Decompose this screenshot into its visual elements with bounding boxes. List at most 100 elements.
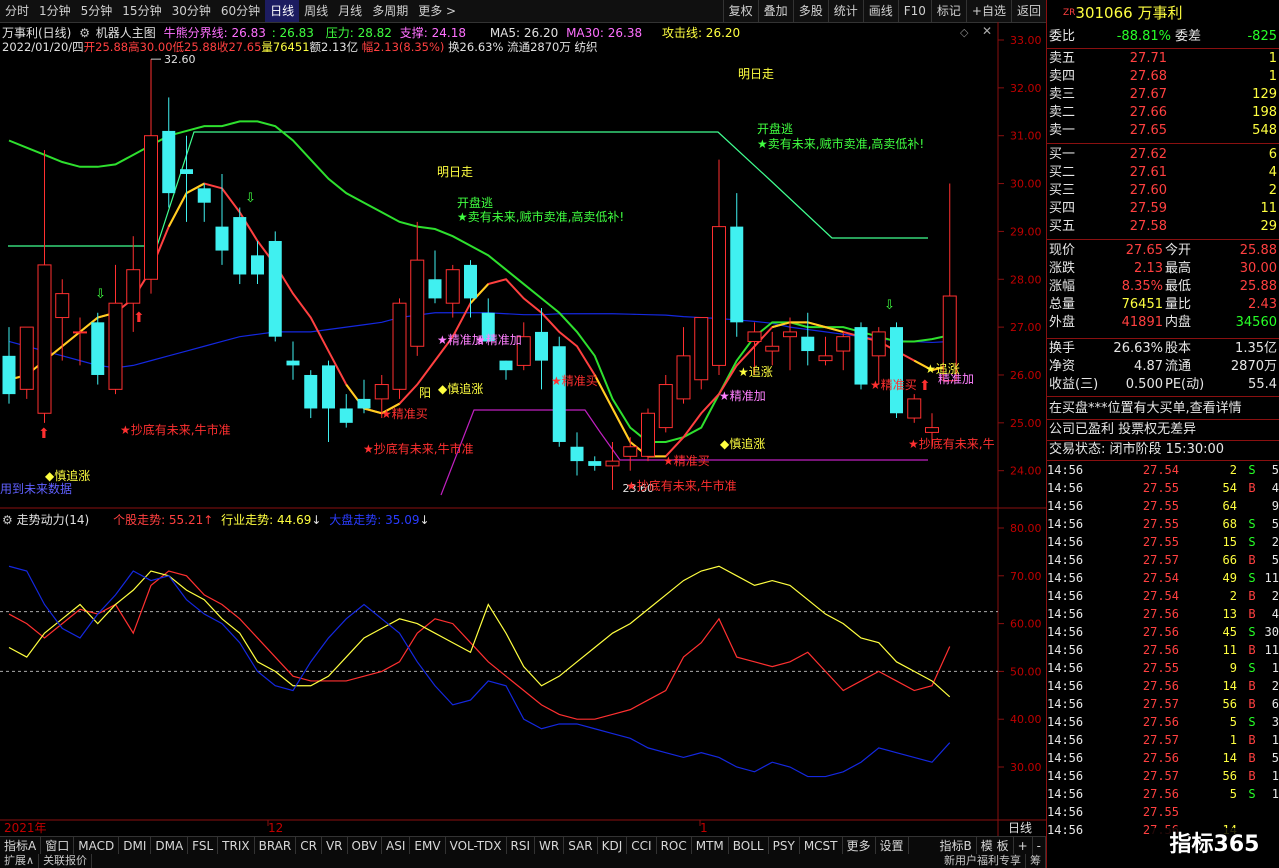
indicator-tab[interactable]: RSI (507, 837, 536, 855)
indicator-tab[interactable]: KDJ (598, 837, 628, 855)
candle-body[interactable] (322, 365, 335, 409)
candle-body[interactable] (374, 384, 389, 400)
indicator-tab[interactable]: OBV (348, 837, 383, 855)
candle-body[interactable] (871, 331, 886, 357)
indicator-b-button[interactable]: 模 板 (977, 837, 1014, 855)
candle-body[interactable] (233, 217, 247, 275)
candle-body[interactable] (552, 346, 566, 442)
period-tab[interactable]: 分时 (0, 0, 34, 22)
candle-body[interactable] (428, 279, 442, 299)
candle-body[interactable] (286, 360, 300, 366)
indicator-tab[interactable]: CR (296, 837, 322, 855)
indicator-tab[interactable]: EMV (410, 837, 446, 855)
candle-body[interactable] (765, 345, 780, 352)
settings-icon[interactable]: ⚙ (79, 26, 90, 40)
candle-body[interactable] (37, 264, 52, 414)
period-tab[interactable]: 15分钟 (117, 0, 166, 22)
candle-body[interactable] (180, 169, 193, 174)
toolbar-action-button[interactable]: +自选 (965, 0, 1011, 22)
indicator-tab[interactable]: VR (322, 837, 348, 855)
big-order-notice[interactable]: 在买盘***位置有大买单,查看详情 (1049, 400, 1279, 418)
candle-body[interactable] (588, 461, 602, 466)
candle-body[interactable] (162, 130, 176, 194)
candle-body[interactable] (108, 302, 123, 390)
toolbar-action-button[interactable]: 叠加 (757, 0, 793, 22)
candle-body[interactable] (836, 336, 851, 352)
period-tab[interactable]: 1分钟 (34, 0, 76, 22)
toolbar-action-button[interactable]: 统计 (827, 0, 863, 22)
indicator-tab[interactable]: 设置 (876, 837, 909, 855)
candle-body[interactable] (801, 336, 815, 352)
candle-body[interactable] (339, 408, 353, 423)
indicator-tab[interactable]: DMI (119, 837, 152, 855)
indicator-tab[interactable]: CCI (627, 837, 657, 855)
candle-body[interactable] (641, 412, 655, 457)
candle-body[interactable] (144, 135, 158, 280)
candle-body[interactable] (464, 264, 477, 299)
period-tab[interactable]: 周线 (299, 0, 333, 22)
period-tab[interactable]: 60分钟 (216, 0, 265, 22)
toolbar-action-button[interactable]: F10 (897, 0, 931, 22)
candle-body[interactable] (251, 255, 264, 275)
indicator-tab[interactable]: TRIX (218, 837, 255, 855)
candle-body[interactable] (19, 326, 34, 390)
indicator-tab[interactable]: DMA (151, 837, 189, 855)
candle-body[interactable] (623, 446, 638, 457)
candle-body[interactable] (445, 269, 460, 304)
indicator-tab[interactable]: WR (535, 837, 565, 855)
period-tab[interactable]: 5分钟 (76, 0, 118, 22)
candle-body[interactable] (730, 226, 744, 323)
candle-body[interactable] (925, 427, 939, 433)
toolbar-action-button[interactable]: 画线 (862, 0, 898, 22)
candle-body[interactable] (2, 355, 16, 395)
indicator-tab[interactable]: BOLL (729, 837, 769, 855)
main-kline-chart[interactable]: 33.00 32.00 31.00 30.00 29.00 28.00 27.00 26.00… (0, 22, 1046, 836)
candle-body[interactable] (605, 460, 620, 467)
period-tab[interactable]: 30分钟 (167, 0, 216, 22)
candle-body[interactable] (197, 188, 211, 203)
candle-body[interactable] (126, 269, 141, 304)
indicator-tab[interactable]: FSL (188, 837, 219, 855)
close-icon[interactable]: ✕ (982, 24, 992, 38)
candle-body[interactable] (570, 446, 584, 462)
candle-body[interactable] (357, 398, 371, 409)
candle-body[interactable] (499, 360, 513, 371)
indicator-tab[interactable]: 窗口 (41, 837, 75, 855)
period-tab[interactable]: 日线 (265, 0, 300, 22)
chips-tab[interactable]: 筹 (1026, 854, 1046, 868)
candle-body[interactable] (658, 384, 673, 429)
candle-body[interactable] (783, 331, 797, 338)
indicator-b-button[interactable]: - (1033, 837, 1046, 855)
indicator-tab[interactable]: PSY (769, 837, 800, 855)
indicator-tab[interactable]: BRAR (255, 837, 297, 855)
candle-body[interactable] (535, 331, 548, 361)
candle-body[interactable] (676, 355, 691, 400)
period-tab[interactable]: 更多 > (413, 0, 461, 22)
footer-tab[interactable]: 扩展∧ (0, 854, 40, 868)
toolbar-action-button[interactable]: 返回 (1010, 0, 1046, 22)
candle-body[interactable] (55, 293, 70, 319)
candle-body[interactable] (392, 302, 407, 390)
indicator-tab[interactable]: ROC (657, 837, 692, 855)
candle-body[interactable] (747, 331, 762, 342)
toolbar-action-button[interactable]: 标记 (930, 0, 966, 22)
indicator-tab[interactable]: MCST (800, 837, 843, 855)
new-user-promo[interactable]: 新用户福利专享 (940, 854, 1026, 868)
indicator-tab[interactable]: SAR (564, 837, 598, 855)
footer-tab[interactable]: 关联报价 (39, 854, 93, 868)
candle-body[interactable] (304, 374, 318, 409)
indicator-b-button[interactable]: 指标B (936, 837, 977, 855)
indicator-tab[interactable]: MTM (692, 837, 729, 855)
sub-settings-icon[interactable]: ⚙ (2, 513, 13, 527)
candle-body[interactable] (854, 327, 868, 385)
period-tab[interactable]: 月线 (333, 0, 367, 22)
candle-body[interactable] (907, 398, 922, 419)
toolbar-action-button[interactable]: 复权 (722, 0, 758, 22)
candle-body[interactable] (91, 322, 105, 375)
indicator-tab[interactable]: 更多 (843, 837, 876, 855)
candle-body[interactable] (215, 226, 229, 251)
period-tab[interactable]: 多周期 (367, 0, 413, 22)
candle-body[interactable] (890, 327, 903, 414)
candle-body[interactable] (73, 331, 87, 334)
diamond-icon[interactable]: ◇ (960, 26, 968, 39)
